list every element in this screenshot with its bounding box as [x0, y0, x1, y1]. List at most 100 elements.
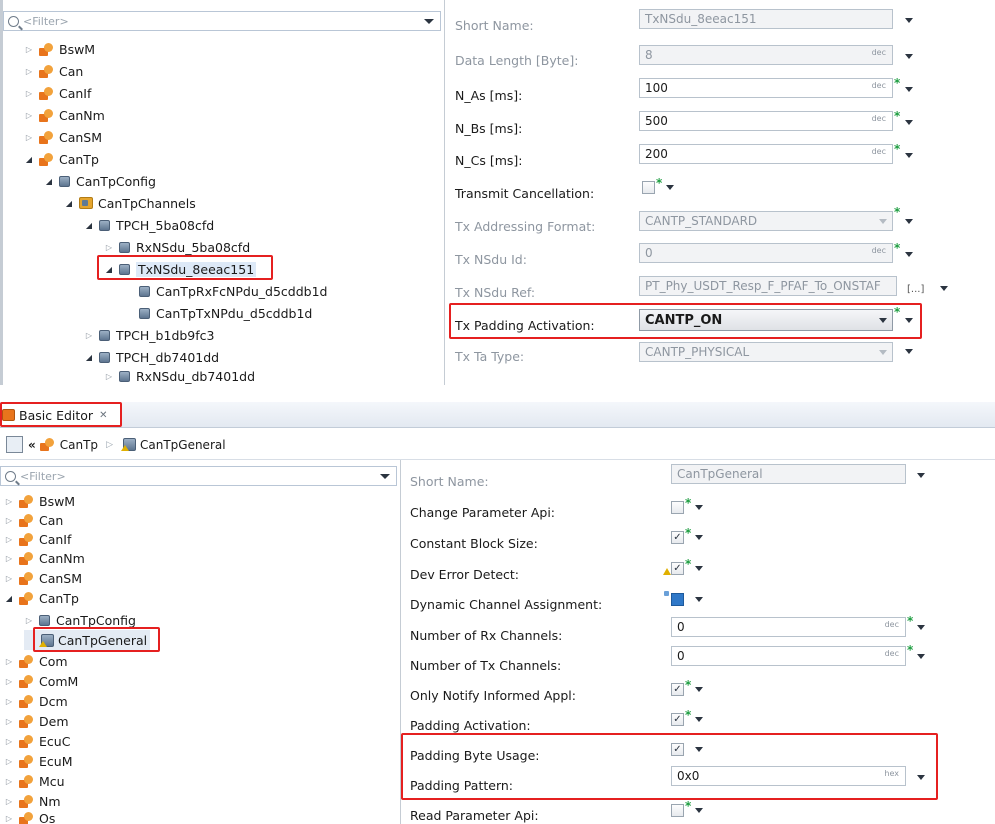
breadcrumb-cantpgeneral[interactable]: CanTpGeneral	[140, 438, 226, 452]
tree-item-tpch-db7401dd[interactable]: ◢ TPCH_db7401dd	[84, 347, 219, 367]
param-menu-icon[interactable]	[905, 349, 913, 354]
expand-icon[interactable]: ▷	[4, 497, 14, 506]
expand-icon[interactable]: ▷	[4, 535, 14, 544]
change-parameter-api-checkbox[interactable]	[671, 501, 684, 514]
param-menu-icon[interactable]	[917, 654, 925, 659]
tree-item-cantp[interactable]: ◢ CanTp	[4, 588, 79, 608]
tree-item-txnsdu-8eeac151[interactable]: ◢ TxNSdu_8eeac151	[104, 259, 257, 279]
tree-item-cantp[interactable]: ◢ CanTp	[24, 149, 99, 169]
tx-padding-activation-combo[interactable]: CANTP_ON	[639, 309, 893, 331]
tree-item-comm[interactable]: ▷ ComM	[4, 671, 78, 691]
param-menu-icon[interactable]	[905, 87, 913, 92]
collapse-icon[interactable]: ◢	[104, 265, 114, 274]
expand-icon[interactable]: ▷	[4, 697, 14, 706]
param-menu-icon[interactable]	[905, 318, 913, 323]
breadcrumb-back-icon[interactable]: «	[28, 438, 36, 452]
tree-item-cantprxfcnpdu[interactable]: CanTpRxFcNPdu_d5cddb1d	[124, 281, 327, 301]
tx-addressing-format-combo[interactable]: CANTP_STANDARD	[639, 211, 893, 231]
expand-icon[interactable]: ▷	[4, 797, 14, 806]
ref-browse-button[interactable]: [...]	[907, 284, 924, 295]
tree-item-cansm[interactable]: ▷ CanSM	[4, 568, 82, 588]
param-menu-icon[interactable]	[905, 219, 913, 224]
bottom-filter-input[interactable]: <Filter>	[0, 466, 397, 486]
tree-item-tpch-b1db9fc3[interactable]: ▷ TPCH_b1db9fc3	[84, 325, 215, 345]
param-menu-icon[interactable]	[917, 625, 925, 630]
expand-icon[interactable]: ▷	[4, 657, 14, 666]
param-menu-icon[interactable]	[905, 252, 913, 257]
tree-item-bswm[interactable]: ▷ BswM	[4, 491, 75, 511]
tree-item-cansm[interactable]: ▷ CanSM	[24, 127, 102, 147]
number-of-tx-channels-field[interactable]: 0 dec	[671, 646, 906, 666]
tree-item-com[interactable]: ▷ Com	[4, 651, 68, 671]
tree-item-cantptxnpdu[interactable]: CanTpTxNPdu_d5cddb1d	[124, 303, 312, 323]
tx-nsdu-id-field[interactable]: 0 dec	[639, 243, 893, 263]
only-notify-informed-appl-checkbox[interactable]: ✓	[671, 683, 684, 696]
padding-pattern-field[interactable]: 0x0 hex	[671, 766, 906, 786]
filter-dropdown-icon[interactable]	[380, 474, 390, 479]
tree-item-tpch-5ba08cfd[interactable]: ◢ TPCH_5ba08cfd	[84, 215, 214, 235]
short-name-field[interactable]: TxNSdu_8eeac151	[639, 9, 893, 29]
tree-item-os[interactable]: ▷ Os	[4, 808, 55, 824]
expand-icon[interactable]: ▷	[4, 516, 14, 525]
param-menu-icon[interactable]	[695, 717, 703, 722]
data-length-field[interactable]: 8 dec	[639, 45, 893, 65]
expand-icon[interactable]: ▷	[24, 45, 34, 54]
param-menu-icon[interactable]	[695, 597, 703, 602]
top-filter-input[interactable]: <Filter>	[3, 11, 441, 31]
param-menu-icon[interactable]	[695, 808, 703, 813]
basic-editor-tab[interactable]: Basic Editor ✕	[0, 403, 120, 427]
collapse-icon[interactable]: ◢	[4, 594, 14, 603]
expand-icon[interactable]: ▷	[24, 133, 34, 142]
outline-toggle-icon[interactable]	[6, 436, 23, 453]
dev-error-detect-checkbox[interactable]: ✓	[671, 562, 684, 575]
padding-byte-usage-checkbox[interactable]: ✓	[671, 743, 684, 756]
breadcrumb-cantp[interactable]: CanTp	[60, 438, 98, 452]
param-menu-icon[interactable]	[695, 566, 703, 571]
collapse-icon[interactable]: ◢	[44, 177, 54, 186]
transmit-cancellation-checkbox[interactable]	[642, 181, 655, 194]
expand-icon[interactable]: ▷	[4, 717, 14, 726]
param-menu-icon[interactable]	[905, 54, 913, 59]
read-parameter-api-checkbox[interactable]	[671, 804, 684, 817]
n-bs-field[interactable]: 500 dec	[639, 111, 893, 131]
n-as-field[interactable]: 100 dec	[639, 78, 893, 98]
expand-icon[interactable]: ▷	[4, 554, 14, 563]
collapse-icon[interactable]: ◢	[84, 353, 94, 362]
combo-arrow-icon[interactable]	[879, 219, 887, 224]
dynamic-channel-assignment-checkbox[interactable]	[671, 593, 684, 606]
tree-item-rxnsdu-db7401dd[interactable]: ▷ RxNSdu_db7401dd	[104, 366, 255, 386]
expand-icon[interactable]: ▷	[104, 243, 114, 252]
collapse-icon[interactable]: ◢	[84, 221, 94, 230]
tree-item-dem[interactable]: ▷ Dem	[4, 711, 69, 731]
param-menu-icon[interactable]	[917, 775, 925, 780]
expand-icon[interactable]: ▷	[104, 372, 114, 381]
param-menu-icon[interactable]	[905, 153, 913, 158]
padding-activation-checkbox[interactable]: ✓	[671, 713, 684, 726]
expand-icon[interactable]: ▷	[24, 616, 34, 625]
tree-item-dcm[interactable]: ▷ Dcm	[4, 691, 68, 711]
combo-arrow-icon[interactable]	[879, 318, 887, 323]
tree-item-canif[interactable]: ▷ CanIf	[24, 83, 91, 103]
tree-item-ecuc[interactable]: ▷ EcuC	[4, 731, 71, 751]
tree-item-mcu[interactable]: ▷ Mcu	[4, 771, 65, 791]
tree-item-ecum[interactable]: ▷ EcuM	[4, 751, 73, 771]
expand-icon[interactable]: ▷	[4, 814, 14, 823]
tx-ta-type-combo[interactable]: CANTP_PHYSICAL	[639, 342, 893, 362]
param-menu-icon[interactable]	[905, 18, 913, 23]
expand-icon[interactable]: ▷	[24, 111, 34, 120]
param-menu-icon[interactable]	[695, 535, 703, 540]
tree-item-can[interactable]: ▷ Can	[4, 510, 63, 530]
expand-icon[interactable]: ▷	[4, 757, 14, 766]
param-menu-icon[interactable]	[695, 505, 703, 510]
param-menu-icon[interactable]	[917, 473, 925, 478]
collapse-icon[interactable]: ◢	[24, 155, 34, 164]
number-of-rx-channels-field[interactable]: 0 dec	[671, 617, 906, 637]
expand-icon[interactable]: ▷	[24, 89, 34, 98]
tx-nsdu-ref-field[interactable]: PT_Phy_USDT_Resp_F_PFAF_To_ONSTAF	[639, 276, 897, 296]
param-menu-icon[interactable]	[695, 687, 703, 692]
short-name-field[interactable]: CanTpGeneral	[671, 464, 906, 484]
param-menu-icon[interactable]	[905, 120, 913, 125]
expand-icon[interactable]: ▷	[4, 574, 14, 583]
expand-icon[interactable]: ▷	[84, 331, 94, 340]
constant-block-size-checkbox[interactable]: ✓	[671, 531, 684, 544]
